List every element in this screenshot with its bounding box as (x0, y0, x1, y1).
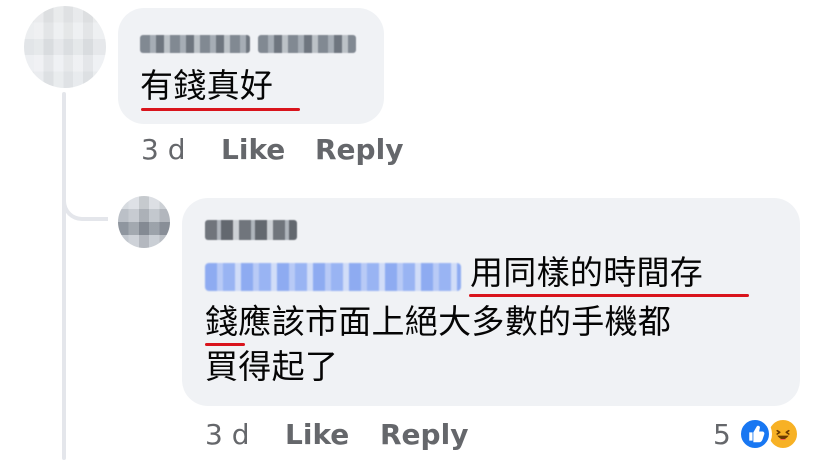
red-underline-annotation (205, 343, 245, 346)
reply-button[interactable]: Reply (315, 136, 403, 164)
like-button[interactable]: Like (221, 136, 285, 164)
facebook-comment-thread: 有錢真好 3 d Like Reply 用同樣的時間存 錢應該市面上絕大多數的手… (0, 0, 828, 460)
commenter-name-blurred-part-2[interactable] (258, 35, 356, 53)
reply-comment-text-line-1: 用同樣的時間存 (470, 253, 704, 292)
comment-text: 有錢真好 (140, 66, 274, 105)
red-underline-annotation (141, 108, 300, 111)
red-underline-annotation (469, 294, 749, 297)
comment-timestamp[interactable]: 3 d (141, 136, 186, 164)
reply-timestamp[interactable]: 3 d (205, 421, 250, 449)
commenter-name-blurred[interactable] (140, 35, 250, 53)
reply-comment-text-line-2: 錢應該市面上絕大多數的手機都 (205, 302, 672, 341)
thread-line (62, 92, 66, 460)
like-icon[interactable] (738, 417, 772, 451)
reply-reply-button[interactable]: Reply (380, 421, 468, 449)
reply-comment-text-line-3: 買得起了 (205, 347, 339, 386)
reply-commenter-name-blurred[interactable] (205, 220, 297, 240)
reply-commenter-avatar[interactable] (118, 196, 170, 248)
mentioned-name-blurred[interactable] (205, 263, 461, 291)
reaction-count[interactable]: 5 (713, 421, 731, 449)
reply-like-button[interactable]: Like (285, 421, 349, 449)
reply-connector-line (62, 175, 108, 221)
commenter-avatar[interactable] (24, 6, 106, 88)
